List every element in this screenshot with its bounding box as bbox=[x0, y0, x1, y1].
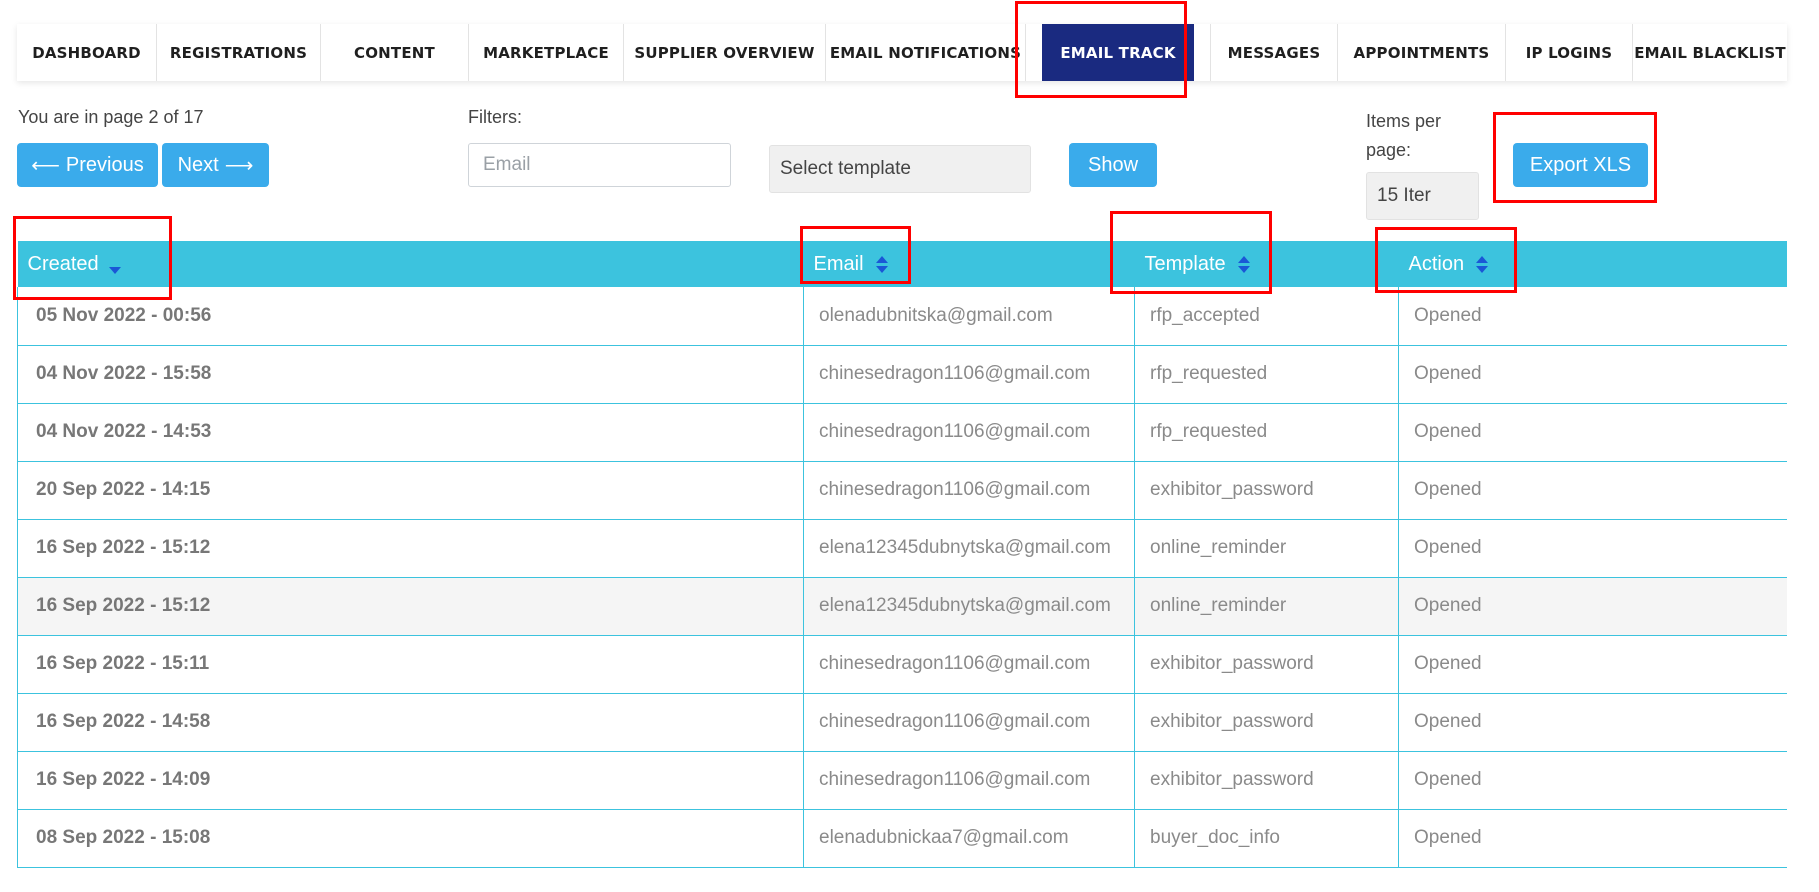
cell-email: chinesedragon1106@gmail.com bbox=[803, 751, 1135, 809]
cell-email: chinesedragon1106@gmail.com bbox=[803, 693, 1135, 751]
cell-action: Opened bbox=[1398, 809, 1787, 867]
cell-template: exhibitor_password bbox=[1134, 751, 1399, 809]
cell-created: 04 Nov 2022 - 14:53 bbox=[17, 403, 804, 461]
cell-template: online_reminder bbox=[1134, 519, 1399, 577]
table-body: 05 Nov 2022 - 00:56 olenadubnitska@gmail.… bbox=[17, 287, 1787, 867]
nav-appointments[interactable]: APPOINTMENTS bbox=[1338, 24, 1506, 81]
cell-template: online_reminder bbox=[1134, 577, 1399, 635]
cell-template: exhibitor_password bbox=[1134, 635, 1399, 693]
table-row: 04 Nov 2022 - 15:58 chinesedragon1106@gma… bbox=[17, 345, 1787, 403]
cell-email: chinesedragon1106@gmail.com bbox=[803, 635, 1135, 693]
cell-email: elenadubnickaa7@gmail.com bbox=[803, 809, 1135, 867]
table-row: 16 Sep 2022 - 14:09 chinesedragon1106@gma… bbox=[17, 751, 1787, 809]
table-row: 05 Nov 2022 - 00:56 olenadubnitska@gmail.… bbox=[17, 287, 1787, 345]
cell-email: elena12345dubnytska@gmail.com bbox=[803, 577, 1135, 635]
export-xls-button[interactable]: Export XLS bbox=[1513, 143, 1648, 187]
sort-icon bbox=[1237, 255, 1250, 273]
nav-messages[interactable]: MESSAGES bbox=[1211, 24, 1338, 81]
nav-email-blacklist[interactable]: EMAIL BLACKLIST bbox=[1633, 24, 1787, 81]
cell-action: Opened bbox=[1398, 635, 1787, 693]
nav-email-notifications[interactable]: EMAIL NOTIFICATIONS bbox=[826, 24, 1026, 81]
table-header-row: Created Email Template Action bbox=[17, 241, 1788, 287]
cell-action: Opened bbox=[1398, 693, 1787, 751]
column-email-label: Email bbox=[813, 252, 864, 275]
table-row: 20 Sep 2022 - 14:15 chinesedragon1106@gma… bbox=[17, 461, 1787, 519]
email-track-table: Created Email Template Action 05 Nov 202… bbox=[17, 241, 1787, 892]
table-row: 16 Sep 2022 - 14:58 chinesedragon1106@gma… bbox=[17, 693, 1787, 751]
nav-dashboard[interactable]: DASHBOARD bbox=[17, 24, 157, 81]
column-template[interactable]: Template bbox=[1135, 241, 1399, 287]
table-row: 04 Nov 2022 - 14:53 chinesedragon1106@gma… bbox=[17, 403, 1787, 461]
table-row: 08 Sep 2022 - 15:08 elenadubnickaa7@gmail… bbox=[17, 809, 1787, 867]
cell-email: olenadubnitska@gmail.com bbox=[803, 287, 1135, 345]
cell-template: exhibitor_password bbox=[1134, 461, 1399, 519]
cell-template: rfp_accepted bbox=[1134, 287, 1399, 345]
sort-icon bbox=[1476, 255, 1489, 273]
sort-desc-icon bbox=[108, 266, 121, 274]
cell-action: Opened bbox=[1398, 403, 1787, 461]
table-row: 16 Sep 2022 - 15:12 elena12345dubnytska@g… bbox=[17, 577, 1787, 635]
cell-template: rfp_requested bbox=[1134, 345, 1399, 403]
nav-content[interactable]: CONTENT bbox=[321, 24, 469, 81]
cell-created: 20 Sep 2022 - 14:15 bbox=[17, 461, 804, 519]
template-select[interactable]: Select template bbox=[769, 145, 1031, 193]
cell-email: chinesedragon1106@gmail.com bbox=[803, 345, 1135, 403]
nav-email-track[interactable]: EMAIL TRACK bbox=[1026, 24, 1211, 81]
items-per-page-select[interactable]: 15 Iter bbox=[1366, 172, 1479, 220]
cell-action: Opened bbox=[1398, 345, 1787, 403]
cell-action: Opened bbox=[1398, 751, 1787, 809]
table-row: 16 Sep 2022 - 15:12 elena12345dubnytska@g… bbox=[17, 519, 1787, 577]
cell-created: 16 Sep 2022 - 14:09 bbox=[17, 751, 804, 809]
previous-button[interactable]: ⟵ Previous bbox=[17, 143, 158, 187]
cell-template: exhibitor_password bbox=[1134, 693, 1399, 751]
nav-ip-logins[interactable]: IP LOGINS bbox=[1506, 24, 1633, 81]
cell-created: 16 Sep 2022 - 15:12 bbox=[17, 519, 804, 577]
nav-email-track-label: EMAIL TRACK bbox=[1042, 24, 1194, 81]
cell-created: 08 Sep 2022 - 15:08 bbox=[17, 809, 804, 867]
cell-created: 16 Sep 2022 - 14:58 bbox=[17, 693, 804, 751]
cell-action: Opened bbox=[1398, 461, 1787, 519]
column-template-label: Template bbox=[1144, 252, 1226, 275]
cell-action: Opened bbox=[1398, 519, 1787, 577]
next-label: Next bbox=[177, 153, 219, 176]
nav-marketplace[interactable]: MARKETPLACE bbox=[469, 24, 624, 81]
cell-email: chinesedragon1106@gmail.com bbox=[803, 461, 1135, 519]
page-info: You are in page 2 of 17 bbox=[18, 107, 204, 127]
cell-action: Opened bbox=[1398, 287, 1787, 345]
cell-action: Opened bbox=[1398, 577, 1787, 635]
show-button[interactable]: Show bbox=[1069, 143, 1157, 187]
cell-template: buyer_doc_info bbox=[1134, 809, 1399, 867]
cell-created: 04 Nov 2022 - 15:58 bbox=[17, 345, 804, 403]
column-created[interactable]: Created bbox=[18, 241, 804, 287]
arrow-left-icon: ⟵ bbox=[31, 154, 60, 177]
column-action-label: Action bbox=[1408, 252, 1465, 275]
nav-registrations[interactable]: REGISTRATIONS bbox=[157, 24, 321, 81]
previous-label: Previous bbox=[65, 153, 144, 176]
email-filter-input[interactable] bbox=[468, 143, 731, 187]
cell-email: elena12345dubnytska@gmail.com bbox=[803, 519, 1135, 577]
cell-created: 05 Nov 2022 - 00:56 bbox=[17, 287, 804, 345]
items-per-page-label: Items per page: bbox=[1366, 111, 1442, 160]
column-created-label: Created bbox=[27, 252, 99, 275]
cell-template: rfp_requested bbox=[1134, 403, 1399, 461]
cell-created: 16 Sep 2022 - 15:12 bbox=[17, 577, 804, 635]
sort-icon bbox=[875, 255, 888, 273]
next-button[interactable]: Next ⟶ bbox=[162, 143, 269, 187]
filters-label: Filters: bbox=[468, 107, 522, 127]
nav-supplier-overview[interactable]: SUPPLIER OVERVIEW bbox=[624, 24, 826, 81]
arrow-right-icon: ⟶ bbox=[224, 154, 254, 177]
column-action[interactable]: Action bbox=[1399, 241, 1788, 287]
top-nav: DASHBOARD REGISTRATIONS CONTENT MARKETPL… bbox=[17, 24, 1787, 81]
cell-email: chinesedragon1106@gmail.com bbox=[803, 403, 1135, 461]
column-email[interactable]: Email bbox=[804, 241, 1135, 287]
cell-created: 16 Sep 2022 - 15:11 bbox=[17, 635, 804, 693]
table-row: 16 Sep 2022 - 15:11 chinesedragon1106@gma… bbox=[17, 635, 1787, 693]
